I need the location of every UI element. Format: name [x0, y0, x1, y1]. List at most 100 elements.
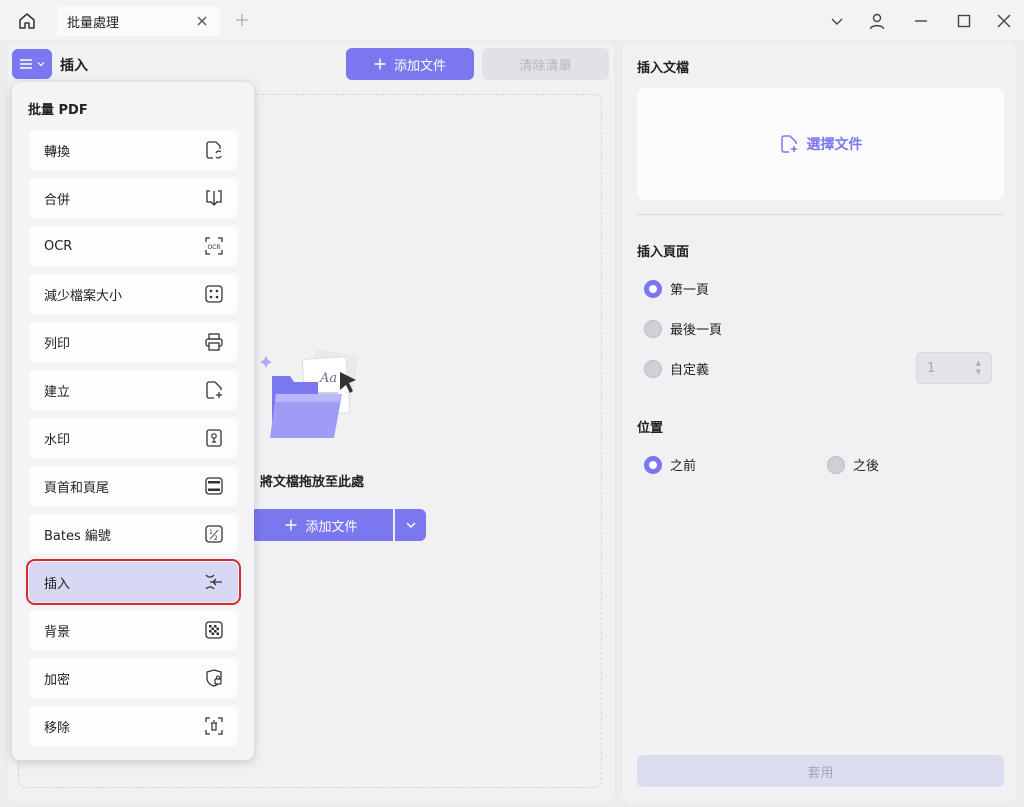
add-files-options-button[interactable] — [395, 509, 426, 541]
plus-icon — [285, 519, 297, 531]
bates-icon: 12 — [204, 524, 224, 544]
radio-last-page[interactable]: 最後一頁 — [644, 319, 722, 338]
menu-item-create[interactable]: 建立 — [29, 370, 238, 410]
watermark-icon — [204, 428, 224, 448]
menu-title: 批量 PDF — [28, 103, 88, 118]
home-icon — [19, 13, 35, 29]
menu-item-background[interactable]: 背景 — [29, 610, 238, 650]
plus-icon — [236, 14, 248, 26]
insert-page-heading: 插入頁面 — [637, 245, 690, 260]
hamburger-icon — [20, 59, 32, 69]
maximize-button[interactable] — [953, 10, 975, 32]
insert-icon — [204, 572, 224, 592]
apply-label: 套用 — [807, 765, 834, 781]
drop-hint: 將文檔拖放至此處 — [260, 475, 365, 490]
menu-item-label: 移除 — [44, 720, 71, 736]
clear-list-button[interactable]: 清除清單 — [482, 48, 609, 80]
position-heading: 位置 — [637, 421, 664, 436]
account-button[interactable] — [866, 10, 888, 32]
close-icon — [197, 16, 207, 26]
add-files-button[interactable]: 添加文件 — [346, 48, 474, 80]
add-files-main-button[interactable]: 添加文件 — [250, 509, 393, 541]
divider — [637, 214, 1004, 215]
stepper-arrows[interactable]: ▲ ▼ — [976, 359, 981, 377]
radio-button[interactable] — [644, 455, 662, 474]
dropdown-button[interactable] — [826, 10, 848, 32]
menu-item-label: 建立 — [44, 384, 71, 400]
menu-item-print[interactable]: 列印 — [29, 322, 238, 362]
folder-illustration-icon: Aa — [258, 342, 368, 452]
menu-item-merge[interactable]: 合併 — [29, 178, 238, 218]
home-button[interactable] — [14, 8, 40, 34]
svg-text:2: 2 — [214, 535, 218, 542]
batch-menu-button[interactable] — [12, 49, 52, 79]
radio-first-page[interactable]: 第一頁 — [644, 279, 709, 298]
plus-icon — [374, 58, 386, 70]
convert-icon — [204, 140, 224, 160]
svg-text:1: 1 — [209, 529, 213, 536]
menu-item-label: Bates 編號 — [44, 528, 111, 544]
minimize-button[interactable] — [910, 10, 932, 32]
radio-button[interactable] — [644, 359, 662, 378]
menu-item-label: 減少檔案大小 — [44, 288, 123, 304]
menu-item-header-footer[interactable]: 頁首和頁尾 — [29, 466, 238, 506]
chevron-down-icon — [831, 18, 843, 25]
create-icon — [204, 380, 224, 400]
menu-item-bates-numbering[interactable]: Bates 編號 12 — [29, 514, 238, 554]
maximize-icon — [957, 14, 971, 28]
add-file-icon — [780, 135, 797, 153]
radio-button[interactable] — [644, 319, 662, 338]
insert-doc-heading: 插入文檔 — [637, 61, 690, 76]
svg-text:OCR: OCR — [208, 244, 221, 251]
compress-icon — [204, 284, 224, 304]
tab-label: 批量處理 — [67, 15, 120, 31]
radio-custom-page[interactable]: 自定義 — [644, 359, 709, 378]
insert-settings-panel: 插入文檔 選擇文件 插入頁面 第一頁 最後一頁 自定義 1 ▲ ▼ 位置 之前 … — [622, 42, 1016, 802]
minimize-icon — [915, 20, 927, 22]
menu-item-ocr[interactable]: OCR OCR — [29, 226, 238, 266]
radio-label: 自定義 — [670, 363, 710, 378]
tab-close-button[interactable] — [194, 13, 210, 29]
batch-pdf-menu: 批量 PDF 轉換 合併 OCR OCR 減少檔案大小 列印 建立 水印 頁首和… — [12, 82, 254, 760]
radio-label: 之後 — [853, 459, 880, 474]
encrypt-icon — [204, 668, 224, 688]
custom-page-stepper[interactable]: 1 ▲ ▼ — [916, 352, 992, 384]
apply-button[interactable]: 套用 — [637, 755, 1004, 787]
chevron-down-icon — [37, 62, 45, 67]
tab-batch-processing[interactable]: 批量處理 — [57, 6, 220, 36]
radio-before[interactable]: 之前 — [644, 455, 696, 474]
menu-item-encrypt[interactable]: 加密 — [29, 658, 238, 698]
menu-item-remove[interactable]: 移除 — [29, 706, 238, 746]
add-files-main-label: 添加文件 — [305, 519, 358, 535]
menu-item-label: 列印 — [44, 336, 71, 352]
new-tab-button[interactable] — [232, 10, 252, 30]
menu-item-label: 插入 — [44, 576, 71, 592]
add-files-label: 添加文件 — [393, 58, 446, 74]
title-bar: 批量處理 — [0, 0, 1024, 40]
radio-label: 第一頁 — [670, 283, 710, 298]
menu-item-label: 合併 — [44, 192, 71, 208]
menu-item-convert[interactable]: 轉換 — [29, 130, 238, 170]
menu-item-label: 頁首和頁尾 — [44, 480, 110, 496]
chevron-down-icon[interactable]: ▼ — [976, 368, 981, 377]
menu-item-insert[interactable]: 插入 — [26, 559, 241, 605]
menu-item-watermark[interactable]: 水印 — [29, 418, 238, 458]
close-window-button[interactable] — [993, 10, 1015, 32]
chevron-down-icon — [405, 522, 416, 529]
page-title: 插入 — [60, 58, 88, 74]
choose-file-label: 選擇文件 — [806, 137, 863, 153]
menu-item-label: 加密 — [44, 672, 71, 688]
ocr-icon: OCR — [204, 236, 224, 256]
close-icon — [997, 14, 1011, 28]
header-footer-icon — [204, 476, 224, 496]
radio-after[interactable]: 之後 — [827, 455, 879, 474]
choose-file-button[interactable]: 選擇文件 — [637, 88, 1004, 200]
menu-item-reduce-size[interactable]: 減少檔案大小 — [29, 274, 238, 314]
radio-button[interactable] — [644, 279, 662, 298]
radio-button[interactable] — [827, 455, 845, 474]
radio-label: 最後一頁 — [670, 323, 723, 338]
chevron-up-icon[interactable]: ▲ — [976, 359, 981, 368]
background-icon — [204, 620, 224, 640]
svg-text:Aa: Aa — [319, 371, 337, 386]
user-icon — [869, 13, 885, 30]
